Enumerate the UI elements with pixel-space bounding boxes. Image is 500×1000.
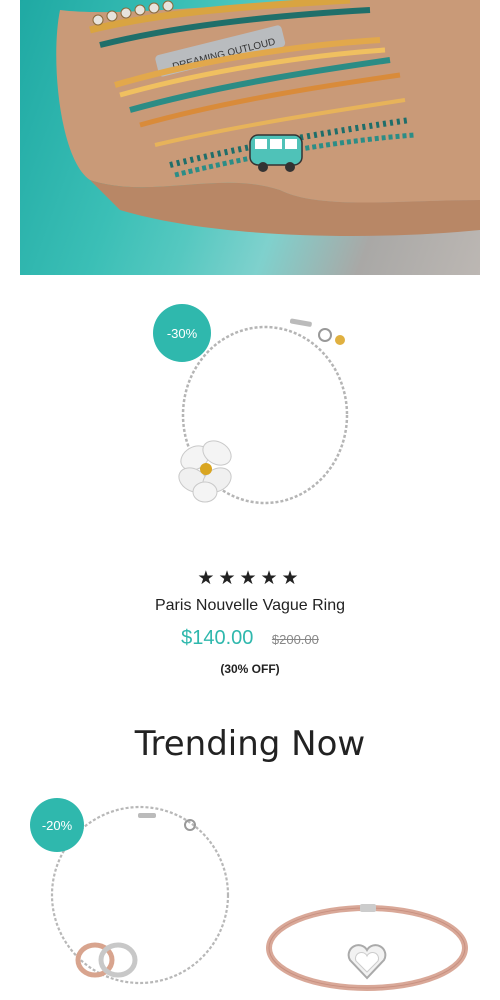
trending-item-2[interactable] [260, 880, 475, 1000]
original-price: $200.00 [271, 632, 319, 647]
interlocked-rings-charm [75, 942, 138, 978]
rating-stars: ★★★★★ [197, 568, 303, 589]
sale-price: $140.00 [181, 627, 254, 649]
hero-banner-image[interactable]: DREAMING OUTLOUD [20, 0, 480, 275]
heart-charm [347, 944, 387, 980]
wrist-bracelets-illustration: DREAMING OUTLOUD [56, 0, 480, 236]
section-title-trending: Trending Now [134, 724, 366, 764]
product-card[interactable]: -30% ★★★★★ Paris Nouvelle Vague Ring $14… [0, 290, 500, 690]
trending-item-2-image[interactable] [260, 880, 475, 1000]
product-name[interactable]: Paris Nouvelle Vague Ring [0, 597, 500, 615]
price-row: $140.00 $200.00 [0, 627, 500, 650]
flower-charm [178, 440, 232, 503]
trending-item-1[interactable]: -20% [20, 795, 240, 1000]
product-image[interactable] [165, 310, 365, 525]
discount-label: (30% OFF) [220, 662, 280, 676]
discount-badge: -20% [30, 798, 84, 852]
